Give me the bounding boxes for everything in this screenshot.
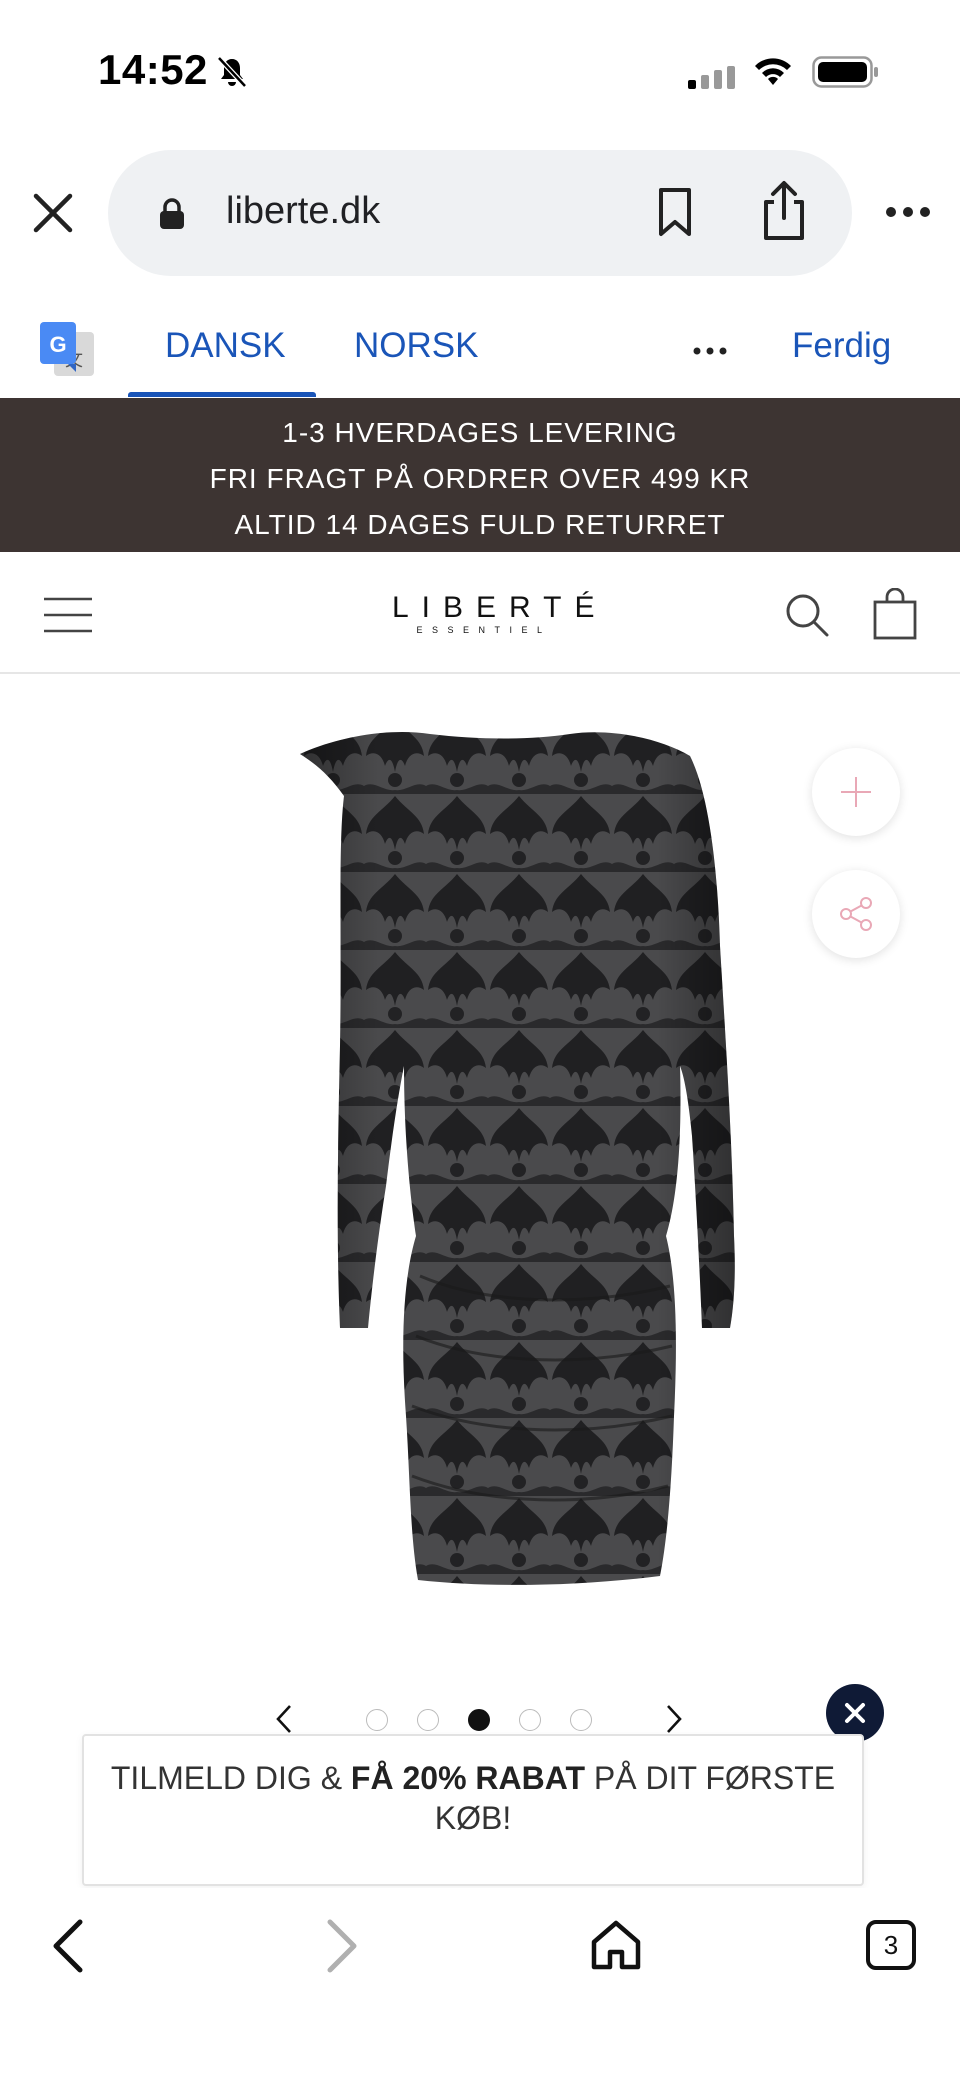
hamburger-menu-icon[interactable] [42, 596, 94, 634]
bell-slash-icon [217, 56, 247, 88]
newsletter-discount: FÅ 20% RABAT [350, 1760, 586, 1796]
plus-icon [841, 777, 871, 807]
search-icon[interactable] [784, 592, 830, 638]
close-icon[interactable] [28, 188, 78, 238]
newsletter-signup-banner[interactable]: TILMELD DIG & FÅ 20% RABAT PÅ DIT FØRSTE… [82, 1734, 864, 1886]
more-options-icon[interactable] [884, 204, 932, 220]
lock-icon [160, 198, 184, 229]
slide-dot[interactable] [366, 1709, 388, 1731]
newsletter-text-before: TILMELD DIG & [110, 1760, 351, 1796]
battery-icon [812, 56, 878, 88]
slide-dot[interactable] [519, 1709, 541, 1731]
promo-banner: 1-3 HVERDAGES LEVERING FRI FRAGT PÅ ORDR… [0, 398, 960, 552]
svg-text:G: G [49, 332, 66, 357]
chevron-right-icon[interactable] [662, 1702, 686, 1736]
back-icon[interactable] [50, 1918, 86, 1974]
shopping-bag-icon[interactable] [872, 588, 918, 640]
home-icon[interactable] [590, 1920, 642, 1970]
browser-toolbar [0, 1888, 960, 2081]
share-product-button[interactable] [812, 870, 900, 958]
active-tab-indicator [128, 392, 316, 397]
url-text[interactable]: liberte.dk [226, 190, 380, 233]
product-image[interactable] [240, 716, 750, 1596]
promo-line: 1-3 HVERDAGES LEVERING [282, 417, 678, 448]
slide-dot[interactable] [417, 1709, 439, 1731]
share-nodes-icon [840, 897, 872, 931]
chevron-left-icon[interactable] [272, 1702, 296, 1736]
tabs-button[interactable]: 3 [866, 1920, 916, 1970]
slide-dot[interactable] [468, 1709, 490, 1731]
share-icon[interactable] [760, 180, 808, 242]
forward-icon[interactable] [324, 1918, 360, 1974]
status-bar: 14:52 [0, 0, 960, 140]
promo-line: ALTID 14 DAGES FULD RETURRET [234, 509, 726, 540]
zoom-button[interactable] [812, 748, 900, 836]
logo-sub-text: ESSENTIEL [416, 625, 552, 635]
cellular-signal-icon [688, 66, 735, 89]
tab-dansk[interactable]: DANSK [165, 326, 286, 366]
site-logo[interactable]: LIBERTÉ ESSENTIEL [380, 591, 608, 644]
wifi-icon [755, 58, 791, 85]
done-button[interactable]: Ferdig [792, 326, 891, 366]
close-icon [845, 1703, 865, 1723]
status-time: 14:52 [98, 46, 208, 93]
slide-dot[interactable] [570, 1709, 592, 1731]
logo-main-text: LIBERTÉ [392, 591, 608, 624]
google-translate-icon: 文 G [40, 322, 94, 376]
address-bar[interactable] [108, 150, 852, 276]
newsletter-text: TILMELD DIG & FÅ 20% RABAT PÅ DIT FØRSTE… [84, 1758, 862, 1838]
promo-line: FRI FRAGT PÅ ORDRER OVER 499 KR [209, 463, 751, 494]
tab-norsk[interactable]: NORSK [354, 326, 478, 366]
bookmark-icon[interactable] [656, 186, 694, 238]
translate-more-icon[interactable] [692, 346, 728, 356]
